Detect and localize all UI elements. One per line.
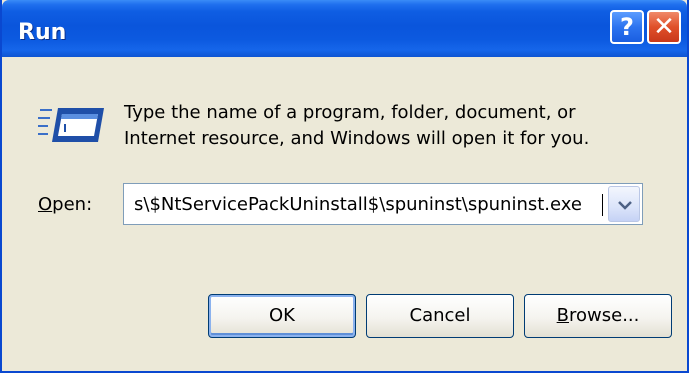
run-dialog: Run ? ✕ Type the name of a program, fold… <box>0 0 689 373</box>
description-line-2: Internet resource, and Windows will open… <box>124 128 590 149</box>
description-line-1: Type the name of a program, folder, docu… <box>124 102 576 123</box>
title-bar[interactable]: Run ? ✕ <box>2 0 687 57</box>
close-button[interactable]: ✕ <box>647 10 681 44</box>
dialog-description: Type the name of a program, folder, docu… <box>124 100 664 152</box>
browse-button-accelerator: B <box>556 305 569 326</box>
cancel-button-label: Cancel <box>409 305 471 326</box>
run-window-icon <box>38 102 108 148</box>
help-icon: ? <box>620 13 634 41</box>
open-label: Open: <box>38 194 92 215</box>
chevron-down-icon <box>618 201 632 210</box>
open-combobox[interactable] <box>123 183 643 225</box>
browse-button-label: rowse... <box>569 305 640 326</box>
ok-button[interactable]: OK <box>208 294 356 338</box>
cancel-button[interactable]: Cancel <box>366 294 514 338</box>
open-label-text: pen: <box>52 194 93 215</box>
ok-button-label: OK <box>269 305 295 326</box>
open-input[interactable] <box>124 184 604 224</box>
window-title: Run <box>18 20 67 45</box>
dropdown-button[interactable] <box>608 186 640 222</box>
open-label-accelerator: O <box>38 194 53 215</box>
text-caret <box>602 194 603 216</box>
browse-button[interactable]: Browse... <box>524 294 672 338</box>
help-button[interactable]: ? <box>610 10 644 44</box>
close-icon: ✕ <box>653 12 675 42</box>
